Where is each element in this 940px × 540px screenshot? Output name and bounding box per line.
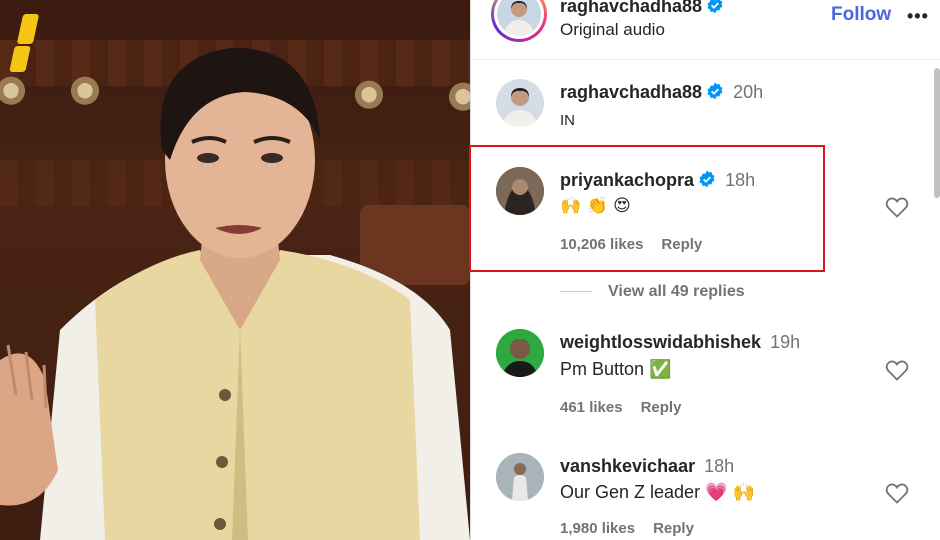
reply-button[interactable]: Reply [653, 520, 694, 537]
replies-divider [560, 291, 592, 293]
comment-text: Pm Button ✅ [560, 359, 672, 379]
commenter-username[interactable]: weightlosswidabhishek 19h [560, 332, 800, 353]
comment-meta: 1,980 likes Reply [560, 520, 694, 537]
post-header: raghavchadha88 Original audio Follow ••• [471, 0, 940, 60]
reply-button[interactable]: Reply [641, 399, 682, 416]
verified-badge-icon [707, 0, 723, 14]
view-replies-link[interactable]: View all 49 replies [560, 283, 745, 301]
caption-time: 20h [733, 82, 764, 102]
heart-icon[interactable] [885, 359, 909, 381]
comment-text: Our Gen Z leader 💗 🙌 [560, 482, 755, 502]
audio-label[interactable]: Original audio [560, 20, 665, 40]
scrollbar[interactable] [934, 68, 940, 198]
follow-button[interactable]: Follow [831, 4, 891, 26]
like-count[interactable]: 1,980 likes [560, 520, 635, 537]
caption-text: IN [560, 112, 575, 129]
commenter-avatar[interactable] [496, 453, 544, 501]
author-username[interactable]: raghavchadha88 [560, 0, 724, 17]
heart-icon[interactable] [885, 196, 909, 218]
comment-time: 19h [770, 332, 801, 352]
caption-avatar[interactable] [496, 79, 544, 127]
commenter-username[interactable]: vanshkevichaar 18h [560, 456, 734, 477]
speaker-figure [0, 47, 470, 540]
verified-badge-icon [707, 82, 723, 100]
caption-username[interactable]: raghavchadha88 20h [560, 82, 763, 103]
reel-video[interactable] [0, 0, 470, 540]
like-count[interactable]: 461 likes [560, 399, 623, 416]
comment-meta: 461 likes Reply [560, 399, 681, 416]
commenter-avatar[interactable] [496, 329, 544, 377]
comment-time: 18h [704, 456, 735, 476]
author-avatar[interactable] [491, 0, 547, 42]
highlight-box [469, 145, 825, 272]
publisher-logo [9, 14, 46, 72]
more-options-icon[interactable]: ••• [907, 6, 929, 27]
heart-icon[interactable] [885, 482, 909, 504]
